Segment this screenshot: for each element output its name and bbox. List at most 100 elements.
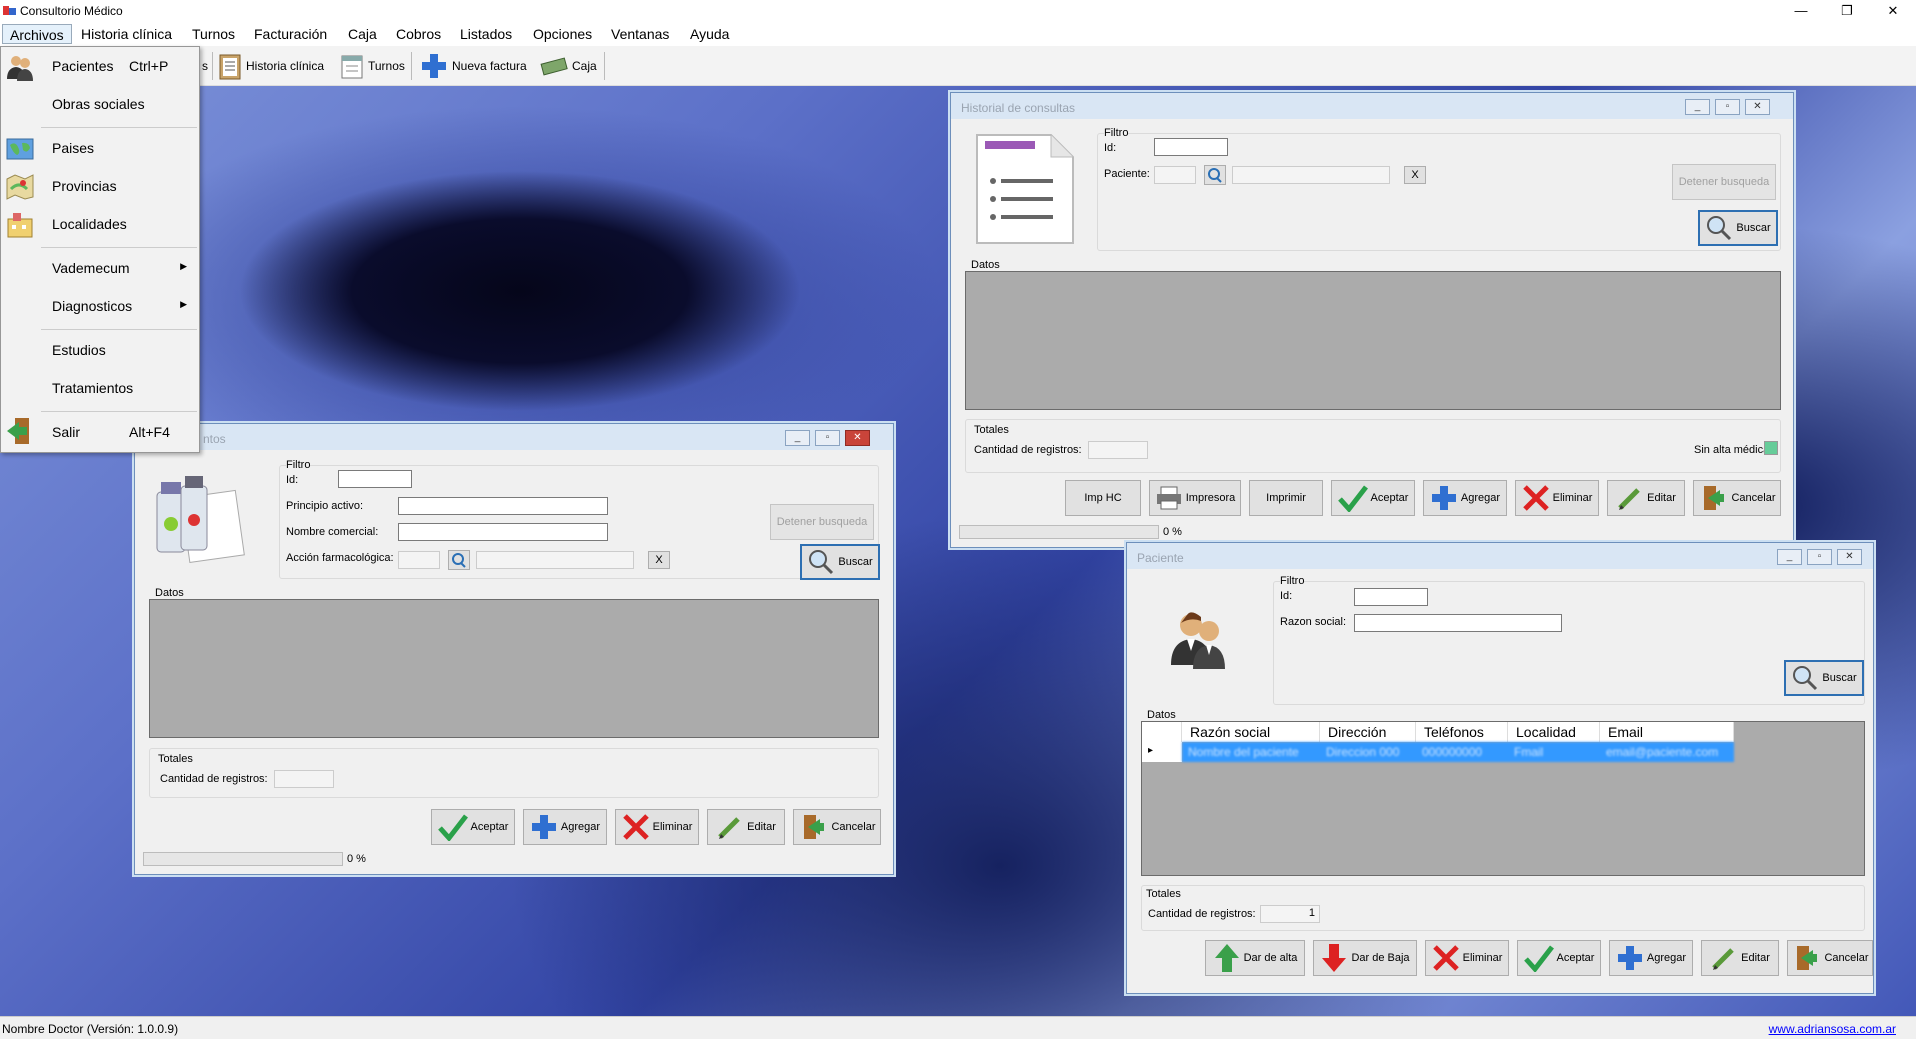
dar-de-alta-button[interactable]: Dar de alta — [1205, 940, 1305, 976]
column-header[interactable]: Teléfonos — [1416, 722, 1508, 742]
world-map-icon — [6, 138, 34, 160]
column-header[interactable]: Razón social — [1182, 722, 1320, 742]
restore-button[interactable]: ❐ — [1824, 0, 1870, 22]
minimize-button[interactable]: — — [1778, 0, 1824, 22]
menu-item-paises[interactable]: Paises — [1, 132, 199, 164]
medicamentos-window[interactable]: ntos _ ▫ ✕ Filtro Id: Principio activo: … — [134, 423, 894, 875]
aceptar-button[interactable]: Aceptar — [431, 809, 515, 845]
menu-item-estudios[interactable]: Estudios — [1, 334, 199, 366]
window-maximize-button[interactable]: ▫ — [1807, 549, 1832, 565]
menu-item-diagnosticos[interactable]: Diagnosticos ▶ — [1, 290, 199, 322]
website-link[interactable]: www.adriansosa.com.ar — [1769, 1022, 1896, 1036]
id-input[interactable] — [1154, 138, 1228, 156]
menu-item-tratamientos[interactable]: Tratamientos — [1, 372, 199, 404]
agregar-button[interactable]: Agregar — [1609, 940, 1693, 976]
toolbar-historia-button[interactable]: Historia clínica — [218, 50, 324, 82]
menu-item-pacientes[interactable]: Pacientes Ctrl+P — [1, 50, 199, 82]
dar-de-baja-button[interactable]: Dar de Baja — [1313, 940, 1417, 976]
toolbar-caja-button[interactable]: Caja — [540, 50, 597, 82]
agregar-button[interactable]: Agregar — [523, 809, 607, 845]
window-minimize-button[interactable]: _ — [785, 430, 810, 446]
menu-ventanas[interactable]: Ventanas — [604, 24, 676, 44]
menu-opciones[interactable]: Opciones — [526, 24, 599, 44]
detener-busqueda-button[interactable]: Detener busqueda — [770, 504, 874, 540]
search-paciente-button[interactable] — [1204, 165, 1226, 185]
window-minimize-button[interactable]: _ — [1777, 549, 1802, 565]
table-cell: Nombre del paciente — [1188, 745, 1299, 759]
imp-hc-button[interactable]: Imp HC — [1065, 480, 1141, 516]
agregar-button[interactable]: Agregar — [1423, 480, 1507, 516]
exit-door-icon — [7, 418, 29, 444]
row-marker-icon[interactable]: ▸ — [1142, 742, 1182, 762]
menu-item-provincias[interactable]: Provincias — [1, 170, 199, 202]
menu-item-vademecum[interactable]: Vademecum ▶ — [1, 252, 199, 284]
window-close-button[interactable]: ✕ — [1745, 99, 1770, 115]
menu-item-obras-sociales[interactable]: Obras sociales — [1, 88, 199, 120]
clear-accion-button[interactable]: X — [648, 551, 670, 569]
buscar-button[interactable]: Buscar — [1784, 660, 1864, 696]
imp-hc-label: Imp HC — [1084, 492, 1122, 504]
progress-bar — [143, 852, 343, 866]
principio-activo-input[interactable] — [398, 497, 608, 515]
paciente-id-input[interactable] — [1154, 166, 1196, 184]
search-accion-button[interactable] — [448, 550, 470, 570]
eliminar-button[interactable]: Eliminar — [615, 809, 699, 845]
window-close-button[interactable]: ✕ — [1837, 549, 1862, 565]
cancelar-button[interactable]: Cancelar — [1787, 940, 1873, 976]
window-maximize-button[interactable]: ▫ — [815, 430, 840, 446]
close-button[interactable]: ✕ — [1870, 0, 1916, 22]
eliminar-button[interactable]: Eliminar — [1515, 480, 1599, 516]
historial-consultas-window[interactable]: Historial de consultas _ ▫ ✕ Filtro Id: … — [950, 92, 1794, 548]
buscar-button[interactable]: Buscar — [800, 544, 880, 580]
menu-facturacion[interactable]: Facturación — [247, 24, 334, 44]
window-minimize-button[interactable]: _ — [1685, 99, 1710, 115]
menu-item-localidades[interactable]: Localidades — [1, 208, 199, 240]
menu-turnos[interactable]: Turnos — [185, 24, 242, 44]
toolbar-nueva-factura-button[interactable]: Nueva factura — [420, 50, 527, 82]
clear-paciente-button[interactable]: X — [1404, 166, 1426, 184]
window-close-button[interactable]: ✕ — [845, 430, 870, 446]
impresora-button[interactable]: Impresora — [1149, 480, 1241, 516]
cancelar-button[interactable]: Cancelar — [793, 809, 881, 845]
detener-busqueda-button[interactable]: Detener busqueda — [1672, 164, 1776, 200]
aceptar-button[interactable]: Aceptar — [1331, 480, 1415, 516]
medicamentos-grid[interactable] — [149, 599, 879, 738]
toolbar-turnos-button[interactable]: Turnos — [340, 50, 405, 82]
menu-archivos[interactable]: Archivos — [2, 24, 72, 44]
menu-item-label: Estudios — [52, 342, 106, 358]
pacientes-grid[interactable]: Razón social Dirección Teléfonos Localid… — [1141, 721, 1865, 876]
id-input[interactable] — [1354, 588, 1428, 606]
cancelar-button[interactable]: Cancelar — [1693, 480, 1781, 516]
delete-icon — [1522, 485, 1549, 511]
menu-historia-clinica[interactable]: Historia clínica — [74, 24, 179, 44]
accion-nombre-input[interactable] — [476, 551, 634, 569]
table-row[interactable]: Nombre del paciente Direccion 000 000000… — [1182, 742, 1734, 762]
menu-item-salir[interactable]: Salir Alt+F4 — [1, 416, 199, 448]
nombre-comercial-input[interactable] — [398, 523, 608, 541]
razon-social-input[interactable] — [1354, 614, 1562, 632]
id-input[interactable] — [338, 470, 412, 488]
eliminar-button[interactable]: Eliminar — [1425, 940, 1509, 976]
editar-button[interactable]: Editar — [1701, 940, 1779, 976]
editar-button[interactable]: Editar — [707, 809, 785, 845]
historial-grid[interactable] — [965, 271, 1781, 410]
paciente-window[interactable]: Paciente _ ▫ ✕ Filtro Id: Razon social: … — [1126, 542, 1874, 994]
editar-button[interactable]: Editar — [1607, 480, 1685, 516]
imprimir-button[interactable]: Imprimir — [1249, 480, 1323, 516]
column-header[interactable]: Email — [1600, 722, 1734, 742]
menu-listados[interactable]: Listados — [453, 24, 519, 44]
accion-id-input[interactable] — [398, 551, 440, 569]
arrow-up-icon — [1214, 944, 1239, 972]
menu-caja[interactable]: Caja — [341, 24, 384, 44]
aceptar-label: Aceptar — [1370, 492, 1409, 504]
column-header[interactable]: Localidad — [1508, 722, 1600, 742]
filtro-label: Filtro — [1104, 127, 1129, 139]
menu-cobros[interactable]: Cobros — [389, 24, 448, 44]
paciente-nombre-input[interactable] — [1232, 166, 1390, 184]
buscar-button[interactable]: Buscar — [1698, 210, 1778, 246]
aceptar-button[interactable]: Aceptar — [1517, 940, 1601, 976]
window-maximize-button[interactable]: ▫ — [1715, 99, 1740, 115]
toolbar-partial-button[interactable]: s — [202, 50, 208, 82]
menu-ayuda[interactable]: Ayuda — [683, 24, 736, 44]
column-header[interactable]: Dirección — [1320, 722, 1416, 742]
